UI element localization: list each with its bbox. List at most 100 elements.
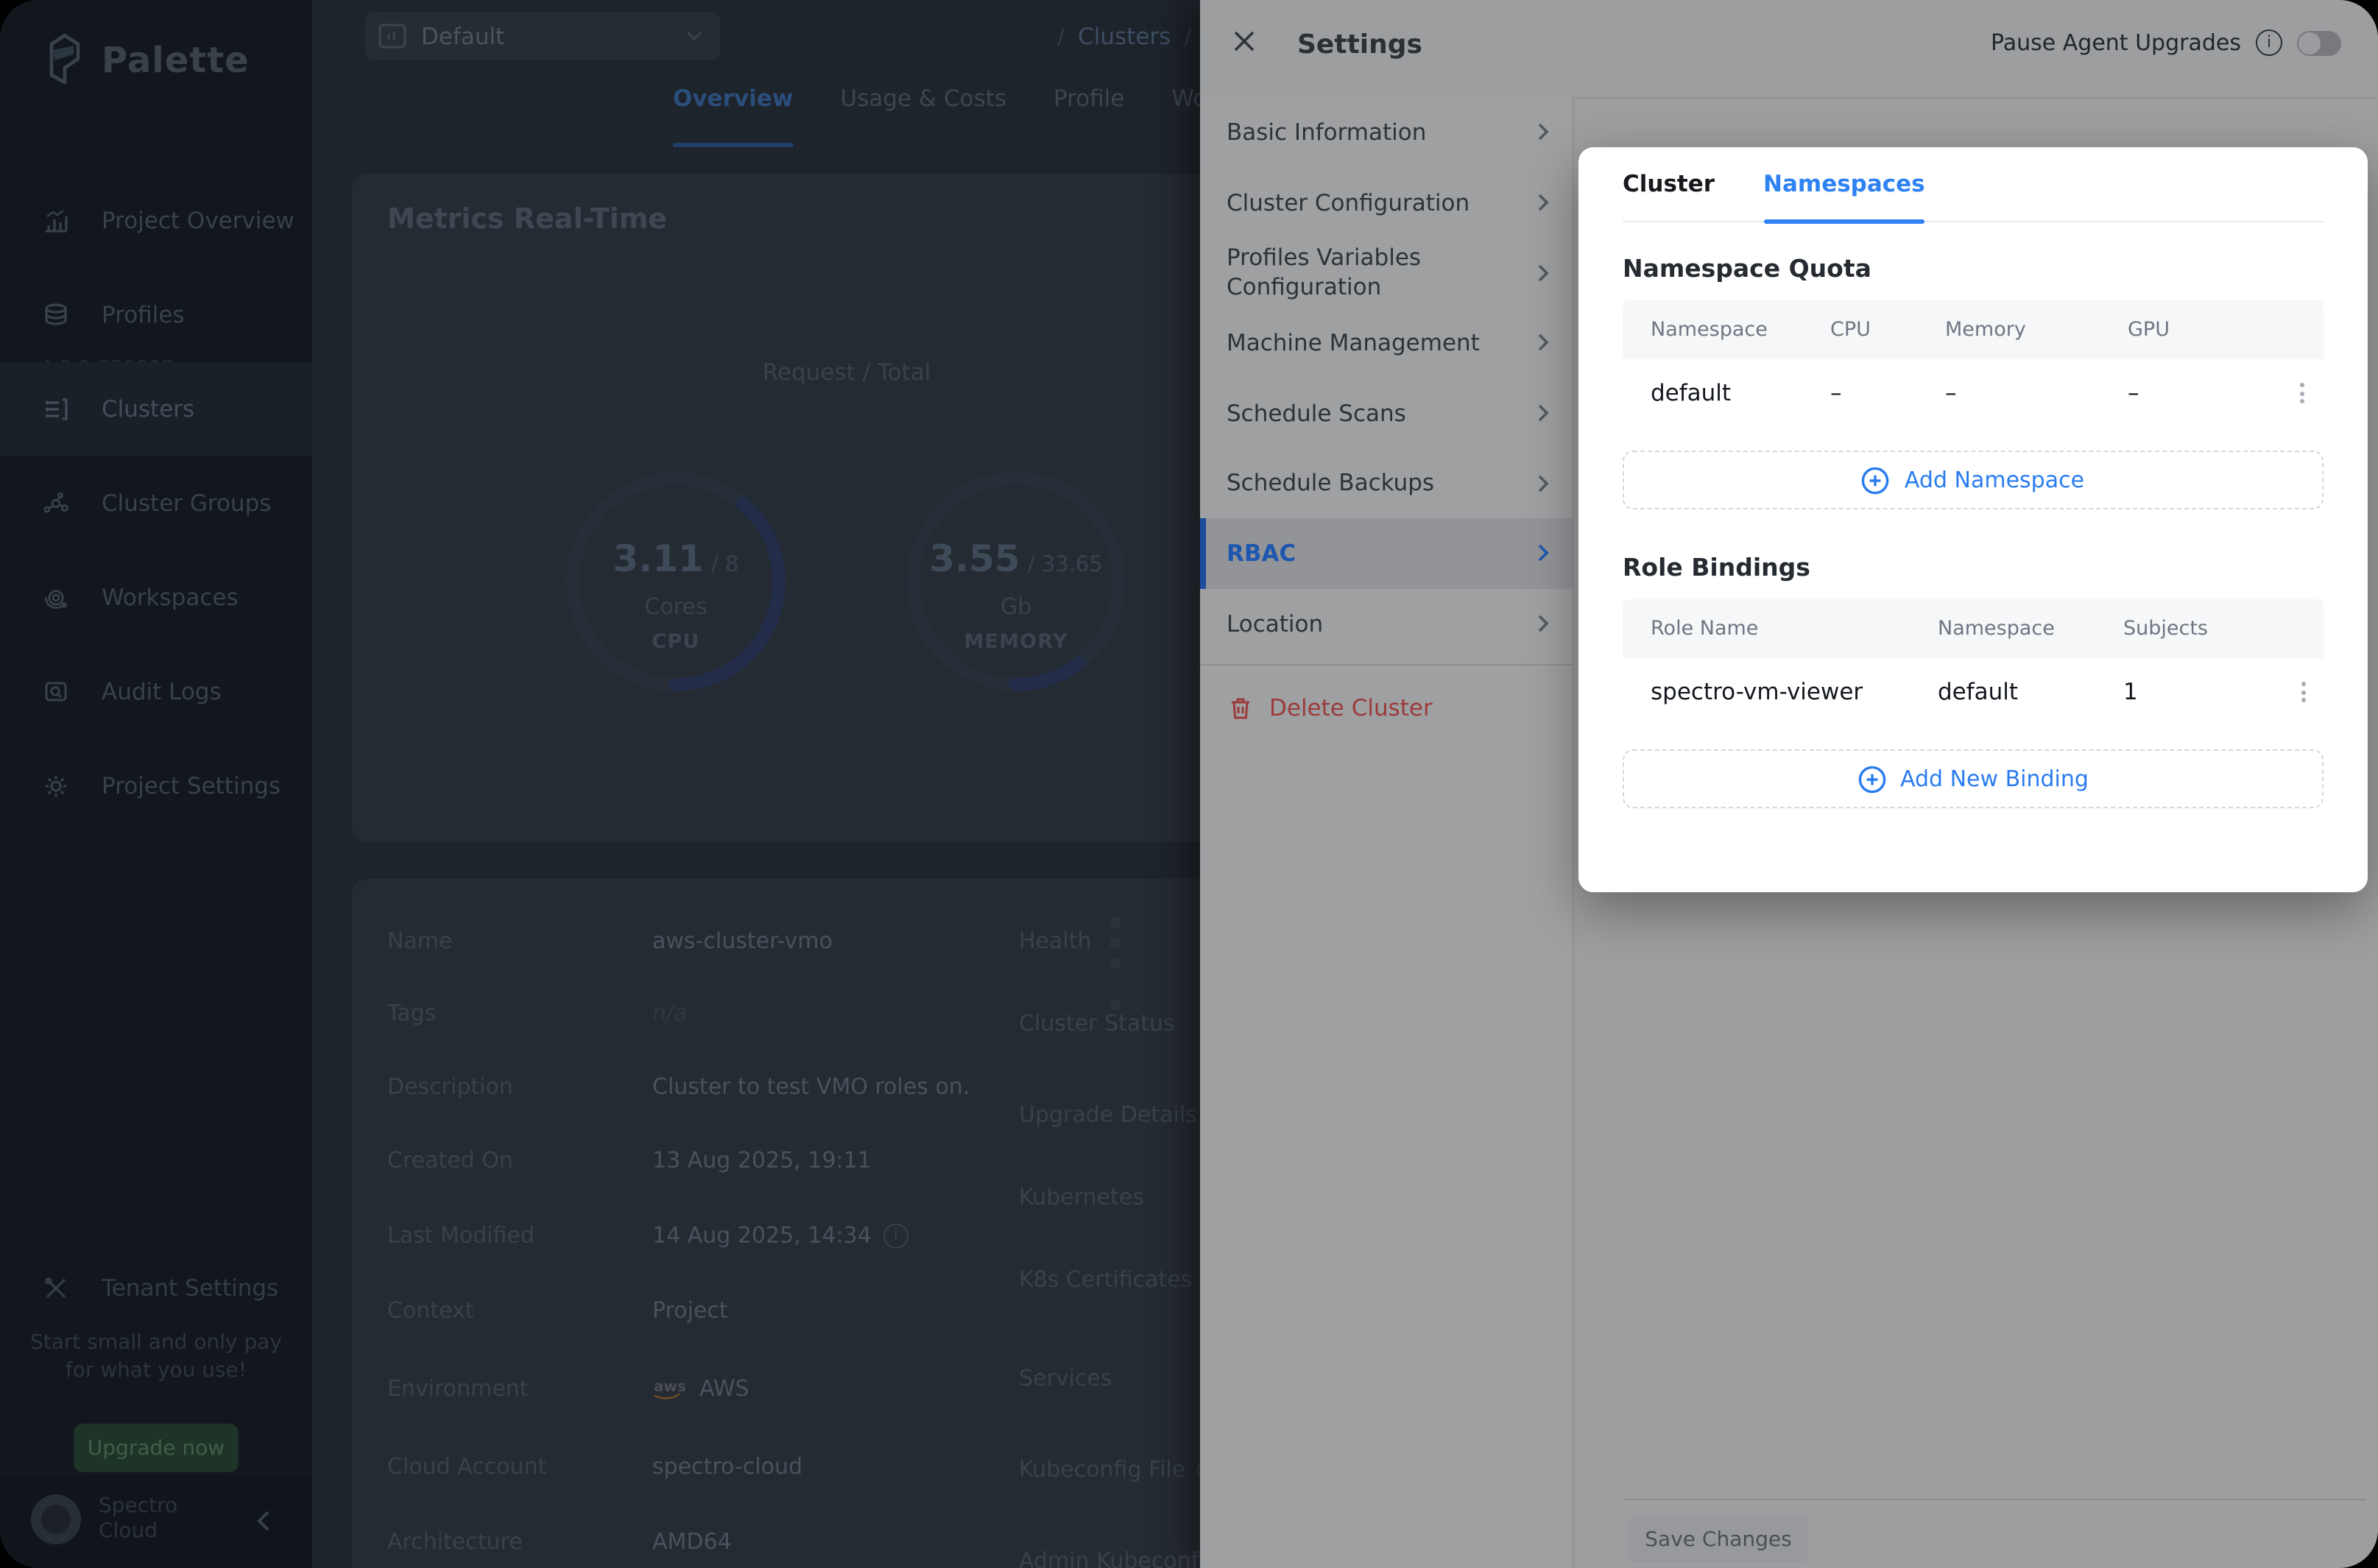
logo: Palette [44,32,250,88]
metrics-title: Metrics Real-Time [387,203,667,236]
settings-nav-profiles-variables[interactable]: Profiles Variables Configuration [1200,238,1573,308]
settings-nav-location[interactable]: Location [1200,589,1573,659]
collapse-sidebar-icon[interactable] [256,1509,271,1533]
aws-logo-icon: aws [652,1377,688,1400]
upgrade-now-button[interactable]: Upgrade now [74,1424,239,1472]
app-name: Palette [102,40,250,81]
status-placeholder [1110,938,1121,948]
table-row: default – – – [1623,359,2324,427]
project-selector[interactable]: Default [365,12,720,60]
plus-circle-icon [1862,466,1890,494]
memory-gauge-unit: Gb [898,593,1134,620]
layers-icon [43,302,69,328]
settings-nav-schedule-backups[interactable]: Schedule Backups [1200,448,1573,518]
detail-label-upgrade-details: Upgrade Details [1019,1101,1197,1128]
cluster-details-card: Name aws-cluster-vmo Tags n/a Descriptio… [352,879,1253,1568]
sidebar-item-project-overview[interactable]: Project Overview [0,174,312,268]
cpu-gauge-unit: Cores [558,593,794,620]
memory-gauge: 3.55 / 33.65 Gb MEMORY [898,464,1134,699]
add-new-binding-button[interactable]: Add New Binding [1623,749,2324,808]
table-header: Role Name Namespace Subjects [1623,599,2324,658]
cpu-gauge-label: CPU [558,630,794,654]
info-icon[interactable]: i [883,1223,908,1248]
project-icon [378,24,406,49]
add-namespace-button[interactable]: Add Namespace [1623,451,2324,509]
tab-profile[interactable]: Profile [1054,85,1124,112]
settings-nav-schedule-scans[interactable]: Schedule Scans [1200,378,1573,448]
sidebar-item-label: Project Settings [102,773,281,799]
cpu-gauge: 3.11 / 8 Cores CPU [558,464,794,699]
role-bindings-table: Role Name Namespace Subjects spectro-vm-… [1623,599,2324,726]
row-menu-icon[interactable] [2284,383,2319,403]
sidebar-item-tenant-settings[interactable]: Tenant Settings [0,1256,312,1321]
rbac-panel: Cluster Namespaces Namespace Quota Names… [1578,147,2368,892]
tab-overview[interactable]: Overview [673,85,793,112]
memory-gauge-value: 3.55 / 33.65 [898,537,1134,580]
sidebar-nav: Project Overview Profiles Clusters [0,174,312,833]
detail-label-kubernetes: Kubernetes [1019,1184,1144,1210]
sidebar-item-cluster-groups[interactable]: Cluster Groups [0,456,312,551]
chevron-right-icon [1537,123,1549,142]
sidebar-item-clusters[interactable]: Clusters [0,362,312,456]
settings-nav-rbac[interactable]: RBAC [1200,518,1573,588]
drawer-header: Settings Pause Agent Upgrades i [1200,0,2378,99]
chevron-right-icon [1537,474,1549,493]
settings-nav-basic-information[interactable]: Basic Information [1200,97,1573,167]
info-icon[interactable]: i [2256,29,2282,56]
delete-cluster-button[interactable]: Delete Cluster [1200,669,1573,746]
sidebar-item-label: Project Overview [102,208,294,234]
status-placeholder [1110,1000,1121,1010]
cpu-gauge-value: 3.11 / 8 [558,537,794,580]
chevron-right-icon [1537,263,1549,282]
role-name-cell: spectro-vm-viewer [1623,679,1913,705]
app-window: Palette 4.8.0-250807 Project Overview Pr… [0,0,2378,1568]
server-list-icon [43,396,69,423]
pause-agent-upgrades-toggle[interactable] [2297,30,2341,55]
chevron-right-icon [1537,403,1549,423]
metrics-subtitle: Request / Total [352,359,1341,386]
orbit-icon [43,585,69,611]
namespace-cell: default [1623,380,1805,406]
account-footer: Spectro Cloud [0,1477,312,1568]
svg-text:aws: aws [654,1377,686,1395]
memory-gauge-label: MEMORY [898,630,1134,654]
tenant-settings-label: Tenant Settings [102,1275,278,1302]
palette-logo-icon [44,32,85,88]
divider [1200,663,1573,665]
tab-usage-costs[interactable]: Usage & Costs [840,85,1006,112]
drawer-title: Settings [1297,29,1422,60]
settings-drawer: Settings Pause Agent Upgrades i Basic In… [1200,0,2378,1568]
namespace-cell: default [1913,679,2098,705]
row-menu-icon[interactable] [2285,682,2321,702]
sidebar-item-project-settings[interactable]: Project Settings [0,739,312,833]
detail-label-cluster-status: Cluster Status [1019,1010,1175,1036]
project-selector-value: Default [421,23,686,49]
cpu-cell: – [1805,380,1920,406]
tools-icon [43,1275,69,1302]
detail-label-k8s-certificates: K8s Certificates [1019,1266,1192,1293]
audit-log-icon [43,679,69,705]
divider [1624,1499,2366,1500]
table-header: Namespace CPU Memory GPU [1623,300,2324,359]
settings-nav-cluster-configuration[interactable]: Cluster Configuration [1200,167,1573,237]
upgrade-promo-text: Start small and only pay for what you us… [21,1329,292,1385]
save-changes-button[interactable]: Save Changes [1629,1516,1808,1562]
chevron-right-icon [1537,333,1549,353]
pause-agent-upgrades: Pause Agent Upgrades i [1991,29,2341,56]
chevron-right-icon [1537,544,1549,563]
subjects-cell: 1 [2098,679,2225,705]
sidebar-item-audit-logs[interactable]: Audit Logs [0,645,312,739]
pause-agent-upgrades-label: Pause Agent Upgrades [1991,29,2241,56]
plus-circle-icon [1857,765,1885,793]
detail-row: Description Cluster to test VMO roles on… [387,1073,1212,1100]
gpu-cell: – [2103,380,2223,406]
namespace-quota-table: Namespace CPU Memory GPU default – – – [1623,300,2324,427]
sidebar-item-profiles[interactable]: Profiles [0,268,312,362]
breadcrumb-clusters-link[interactable]: Clusters [1078,24,1171,50]
settings-nav-machine-management[interactable]: Machine Management [1200,308,1573,378]
sidebar-item-workspaces[interactable]: Workspaces [0,551,312,645]
tab-namespaces[interactable]: Namespaces [1763,171,1925,221]
breadcrumb-separator: / [1044,24,1078,50]
tab-cluster[interactable]: Cluster [1623,171,1715,221]
close-icon[interactable] [1232,29,1271,68]
